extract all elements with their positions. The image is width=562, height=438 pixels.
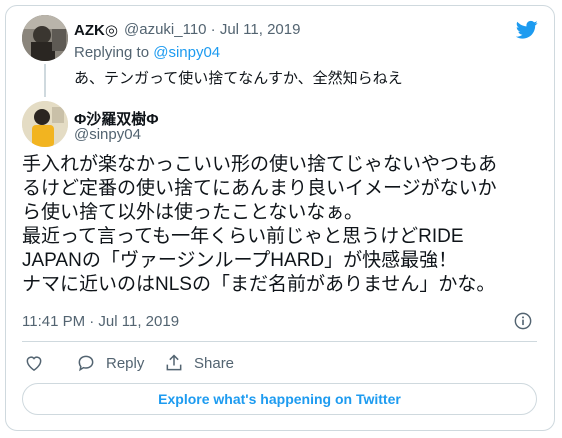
- tweet-text-line: ナマに近いのはNLSの「まだ名前がありません」かな。: [22, 274, 496, 295]
- tweet-text-line: 手入れが楽なかっこいい形の使い捨てじゃないやつもあ: [22, 154, 498, 175]
- heart-icon: [26, 356, 42, 371]
- author-handle[interactable]: @sinpy04: [74, 126, 141, 143]
- share-button[interactable]: Share: [164, 351, 234, 375]
- tweet-date[interactable]: Jul 11, 2019: [220, 21, 301, 38]
- explore-button[interactable]: Explore what's happening on Twitter: [22, 383, 537, 415]
- reply-label: Reply: [106, 354, 145, 372]
- replying-to-handle[interactable]: @sinpy04: [153, 44, 220, 61]
- divider: [22, 341, 537, 342]
- avatar[interactable]: [22, 101, 68, 147]
- like-button[interactable]: [24, 351, 44, 375]
- author-handle[interactable]: @azuki_110: [124, 21, 207, 38]
- info-icon[interactable]: [514, 312, 532, 330]
- tweet-text-line: 最近って言っても一年くらい前じゃと思うけどRIDE: [22, 226, 464, 247]
- separator: ·: [210, 21, 216, 38]
- avatar[interactable]: [22, 15, 68, 61]
- reply-tweet-text: あ、テンガって使い捨てなんすか、全然知らねえ: [74, 70, 403, 87]
- twitter-bird-icon[interactable]: [516, 20, 538, 40]
- replying-to: Replying to @sinpy04: [74, 44, 220, 61]
- tweet-meta: @azuki_110 · Jul 11, 2019: [124, 21, 300, 38]
- share-icon: [166, 354, 182, 371]
- share-label: Share: [194, 354, 235, 372]
- reply-icon: [78, 355, 94, 372]
- tweet-text-line: るけど定番の使い捨てにあんまり良いイメージがないか: [22, 178, 497, 199]
- author-name[interactable]: AZK◎: [74, 21, 118, 39]
- tweet-text-line: JAPANの「ヴァージンループHARD」が快感最強！: [22, 250, 458, 271]
- tweet-text-line: ら使い捨て以外は使ったことないなぁ。: [22, 202, 364, 223]
- thread-line: [44, 64, 46, 97]
- reply-button[interactable]: Reply: [76, 351, 144, 375]
- tweet-timestamp[interactable]: 11:41 PM · Jul 11, 2019: [22, 313, 179, 330]
- tweet-text: 手入れが楽なかっこいい形の使い捨てじゃないやつもあ るけど定番の使い捨てにあんま…: [22, 153, 542, 297]
- replying-to-label: Replying to: [74, 44, 150, 61]
